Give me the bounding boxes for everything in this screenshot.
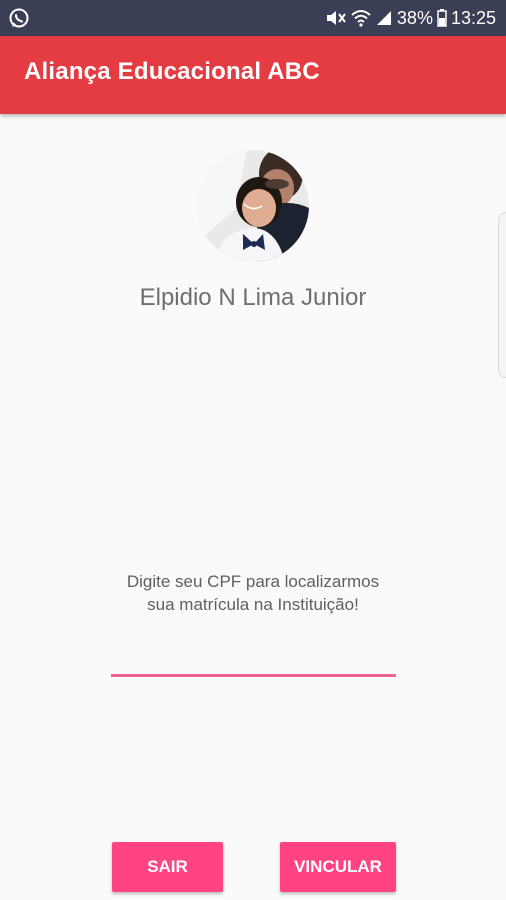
cpf-prompt-line1: Digite seu CPF para localizarmos: [126, 572, 380, 591]
wifi-icon: [351, 9, 371, 27]
link-button[interactable]: VINCULAR: [280, 842, 396, 892]
battery-level: 38%: [396, 7, 433, 28]
avatar: [197, 150, 309, 262]
whatsapp-icon: [8, 7, 30, 34]
cpf-prompt-line2: sua matrícula na Instituição!: [147, 595, 359, 614]
cpf-input[interactable]: [111, 640, 396, 677]
battery-icon: [437, 9, 447, 27]
mute-icon: [325, 9, 347, 27]
clock: 13:25: [450, 7, 496, 28]
signal-icon: [375, 9, 393, 27]
user-name: Elpidio N Lima Junior: [139, 284, 367, 311]
status-bar: 38% 13:25: [0, 0, 506, 36]
app-bar: Aliança Educacional ABC: [0, 36, 506, 114]
cpf-prompt: Digite seu CPF para localizarmos sua mat…: [53, 570, 453, 616]
app-title: Aliança Educacional ABC: [24, 58, 320, 85]
exit-button[interactable]: SAIR: [112, 842, 223, 892]
